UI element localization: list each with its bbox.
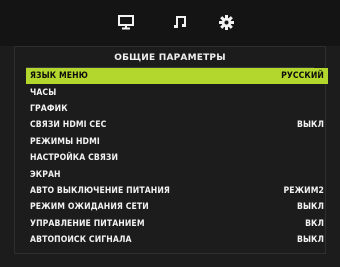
menu-item-value: ВЫКЛ bbox=[296, 235, 324, 246]
section-title: ОБЩИЕ ПАРАМЕТРЫ bbox=[114, 53, 226, 63]
osd-menu-window: ОБЩИЕ ПАРАМЕТРЫ ЯЗЫК МЕНЮ РУССКИЙ ЧАСЫ ГРАФ… bbox=[0, 0, 340, 267]
menu-item-value: ВЫКЛ bbox=[296, 120, 324, 131]
menu-item-label: РЕЖИМ ОЖИДАНИЯ СЕТИ bbox=[30, 202, 149, 213]
menu-item[interactable]: ГРАФИК bbox=[26, 101, 328, 117]
category-tab-bar bbox=[0, 0, 340, 46]
menu-item-label: ЧАСЫ bbox=[30, 87, 57, 98]
menu-item-label: ГРАФИК bbox=[30, 103, 68, 114]
monitor-icon[interactable] bbox=[115, 11, 137, 33]
menu-item[interactable]: СВЯЗИ HDMI CEC ВЫКЛ bbox=[26, 117, 328, 133]
menu-item[interactable]: РЕЖИМЫ HDMI bbox=[26, 134, 328, 150]
menu-item-label: ЯЗЫК МЕНЮ bbox=[30, 71, 88, 82]
menu-item[interactable]: ЧАСЫ bbox=[26, 84, 328, 100]
menu-item[interactable]: РЕЖИМ ОЖИДАНИЯ СЕТИ ВЫКЛ bbox=[26, 199, 328, 215]
gear-icon[interactable] bbox=[215, 11, 237, 33]
menu-item-value: ВКЛ bbox=[305, 218, 324, 229]
menu-item[interactable]: УПРАВЛЕНИЕ ПИТАНИЕМ ВКЛ bbox=[26, 216, 328, 232]
settings-list: ЯЗЫК МЕНЮ РУССКИЙ ЧАСЫ ГРАФИК СВЯЗИ HDMI CEC… bbox=[26, 68, 328, 248]
menu-item-label: СВЯЗИ HDMI CEC bbox=[30, 120, 107, 131]
menu-item-value: РУССКИЙ bbox=[281, 71, 324, 82]
menu-item[interactable]: АВТОПОИСК СИГНАЛА ВЫКЛ bbox=[26, 232, 328, 248]
menu-item-label: УПРАВЛЕНИЕ ПИТАНИЕМ bbox=[30, 218, 145, 229]
menu-item-label: РЕЖИМЫ HDMI bbox=[30, 136, 100, 147]
menu-item-label: ЭКРАН bbox=[30, 169, 61, 180]
menu-item-label: АВТОПОИСК СИГНАЛА bbox=[30, 235, 132, 246]
menu-item[interactable]: АВТО ВЫКЛЮЧЕНИЕ ПИТАНИЯ РЕЖИМ2 bbox=[26, 183, 328, 199]
menu-item-label: АВТО ВЫКЛЮЧЕНИЕ ПИТАНИЯ bbox=[30, 185, 170, 196]
music-note-icon[interactable] bbox=[169, 11, 191, 33]
menu-item-value: ВЫКЛ bbox=[296, 202, 324, 213]
menu-item[interactable]: НАСТРОЙКА СВЯЗИ bbox=[26, 150, 328, 166]
menu-item[interactable]: ЯЗЫК МЕНЮ РУССКИЙ bbox=[26, 68, 328, 85]
menu-item-label: НАСТРОЙКА СВЯЗИ bbox=[30, 153, 119, 164]
menu-item[interactable]: ЭКРАН bbox=[26, 166, 328, 182]
menu-item-value: РЕЖИМ2 bbox=[283, 185, 324, 196]
